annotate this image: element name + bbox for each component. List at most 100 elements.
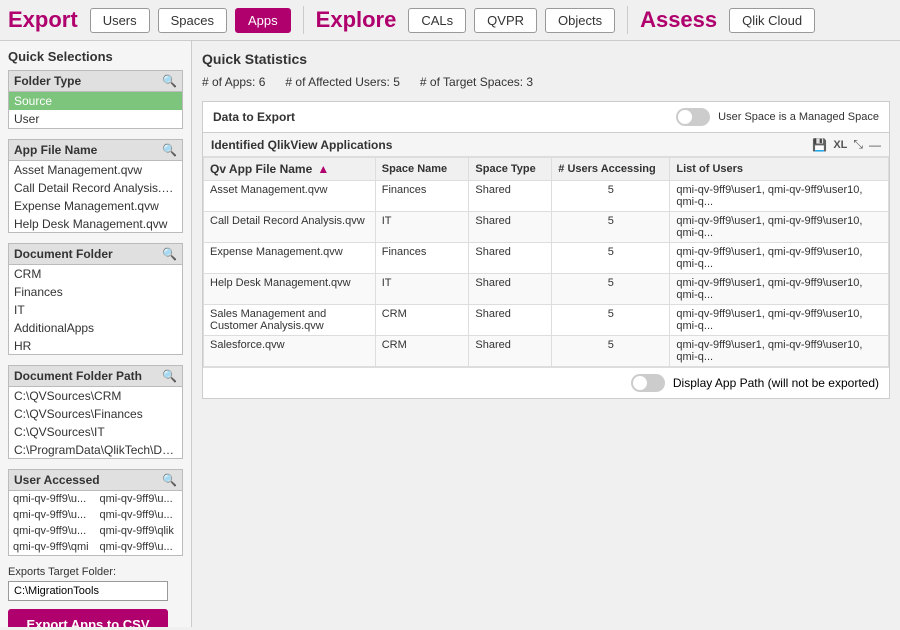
data-export-header: Data to Export User Space is a Managed S… [203,102,889,133]
managed-space-toggle[interactable] [676,108,710,126]
table-header-row: Qv App File Name ▲ Space Name Space Type… [204,158,889,181]
document-folder-filter: Document Folder 🔍 CRM Finances IT Additi… [8,243,183,355]
list-item[interactable]: Asset Management.qvw [9,161,182,179]
list-item[interactable]: C:\QVSources\CRM [9,387,182,405]
table-row: Asset Management.qvw Finances Shared 5 q… [204,181,889,212]
cell-app-name: Help Desk Management.qvw [204,274,376,305]
data-export-header-right: User Space is a Managed Space [676,108,879,126]
document-folder-search-icon[interactable]: 🔍 [162,247,177,261]
cell-list-users: qmi-qv-9ff9\user1, qmi-qv-9ff9\user10, q… [670,305,889,336]
list-item[interactable]: CRM [9,265,182,283]
tab-qvpr[interactable]: QVPR [474,8,537,33]
list-item[interactable]: C:\QVSources\IT [9,423,182,441]
folder-type-filter: Folder Type 🔍 Source User [8,70,183,129]
list-item[interactable]: Call Detail Record Analysis.qvw [9,179,182,197]
document-folder-path-header: Document Folder Path 🔍 [8,365,183,387]
list-item[interactable]: Help Desk Management.qvw [9,215,182,233]
list-item[interactable]: qmi-qv-9ff9\qlik [96,523,183,539]
resize-icon[interactable]: ⤡ [853,137,863,152]
toggle-knob [678,110,692,124]
col-header-list-users[interactable]: List of Users [670,158,889,181]
folder-type-item-source[interactable]: Source [9,92,182,110]
managed-space-label: User Space is a Managed Space [718,111,879,123]
folder-type-search-icon[interactable]: 🔍 [162,74,177,88]
table-icons: 💾 XL ⤡ — [812,137,881,152]
quick-stats-section: Quick Statistics # of Apps: 6 # of Affec… [202,51,890,89]
folder-type-label: Folder Type [14,74,81,88]
document-folder-path-filter: Document Folder Path 🔍 C:\QVSources\CRM … [8,365,183,459]
cell-space-name: CRM [375,336,469,367]
cell-list-users: qmi-qv-9ff9\user1, qmi-qv-9ff9\user10, q… [670,274,889,305]
main-layout: Quick Selections Folder Type 🔍 Source Us… [0,41,900,627]
list-item[interactable]: qmi-qv-9ff9\qmi [9,539,96,555]
tab-qlik-cloud[interactable]: Qlik Cloud [729,8,815,33]
tab-users[interactable]: Users [90,8,150,33]
export-title: Export [8,7,78,33]
display-app-path-toggle[interactable] [631,374,665,392]
list-item[interactable]: Expense Management.qvw [9,197,182,215]
cell-app-name: Sales Management and Customer Analysis.q… [204,305,376,336]
list-item[interactable]: AdditionalApps [9,319,182,337]
list-item[interactable]: qmi-qv-9ff9\u... [9,523,96,539]
separator-1 [303,6,304,34]
document-folder-path-list: C:\QVSources\CRM C:\QVSources\Finances C… [8,387,183,459]
list-item[interactable]: IT [9,301,182,319]
app-file-name-search-icon[interactable]: 🔍 [162,143,177,157]
cell-app-name: Asset Management.qvw [204,181,376,212]
list-item[interactable]: qmi-qv-9ff9\u... [96,491,183,507]
tab-cals[interactable]: CALs [408,8,466,33]
separator-2 [627,6,628,34]
folder-type-header: Folder Type 🔍 [8,70,183,92]
stat-spaces: # of Target Spaces: 3 [420,75,533,89]
data-export-title: Data to Export [213,110,295,124]
quick-selections-title: Quick Selections [8,49,183,64]
sort-arrow-icon: ▲ [317,162,329,176]
table-row: Expense Management.qvw Finances Shared 5… [204,243,889,274]
user-accessed-search-icon[interactable]: 🔍 [162,473,177,487]
user-accessed-list: qmi-qv-9ff9\u... qmi-qv-9ff9\u... qmi-qv… [8,491,183,556]
quick-stats-title: Quick Statistics [202,51,890,67]
export-apps-button[interactable]: Export Apps to CSV [8,609,168,627]
cell-space-type: Shared [469,274,552,305]
list-item[interactable]: C:\QVSources\Finances [9,405,182,423]
minimize-icon[interactable]: — [869,138,881,152]
user-accessed-label: User Accessed [14,473,100,487]
col-header-space-name[interactable]: Space Name [375,158,469,181]
cell-list-users: qmi-qv-9ff9\user1, qmi-qv-9ff9\user10, q… [670,212,889,243]
cell-space-type: Shared [469,181,552,212]
bottom-bar: Display App Path (will not be exported) [203,367,889,398]
cell-users-count: 5 [552,243,670,274]
bottom-toggle-knob [633,376,647,390]
list-item[interactable]: qmi-qv-9ff9\u... [96,539,183,555]
document-folder-label: Document Folder [14,247,113,261]
list-item[interactable]: Finances [9,283,182,301]
col-header-users[interactable]: # Users Accessing [552,158,670,181]
cell-users-count: 5 [552,181,670,212]
cell-app-name: Salesforce.qvw [204,336,376,367]
app-file-name-list: Asset Management.qvw Call Detail Record … [8,161,183,233]
col-header-space-type[interactable]: Space Type [469,158,552,181]
list-item[interactable]: C:\ProgramData\QlikTech\Docum... [9,441,182,459]
cell-list-users: qmi-qv-9ff9\user1, qmi-qv-9ff9\user10, q… [670,181,889,212]
folder-type-item-user[interactable]: User [9,110,182,128]
cell-space-name: IT [375,212,469,243]
tab-spaces[interactable]: Spaces [158,8,227,33]
tab-apps[interactable]: Apps [235,8,291,33]
list-item[interactable]: HR [9,337,182,355]
exports-target-input[interactable] [8,581,168,601]
table-row: Salesforce.qvw CRM Shared 5 qmi-qv-9ff9\… [204,336,889,367]
col-header-app-name[interactable]: Qv App File Name ▲ [204,158,376,181]
document-folder-path-search-icon[interactable]: 🔍 [162,369,177,383]
document-folder-path-label: Document Folder Path [14,369,142,383]
stat-apps: # of Apps: 6 [202,75,265,89]
save-icon[interactable]: 💾 [812,138,827,152]
left-panel: Quick Selections Folder Type 🔍 Source Us… [0,41,192,627]
list-item[interactable]: qmi-qv-9ff9\u... [9,507,96,523]
cell-users-count: 5 [552,305,670,336]
list-item[interactable]: qmi-qv-9ff9\u... [96,507,183,523]
list-item[interactable]: qmi-qv-9ff9\u... [9,491,96,507]
excel-icon[interactable]: XL [833,139,847,151]
cell-space-type: Shared [469,305,552,336]
tab-objects[interactable]: Objects [545,8,615,33]
cell-list-users: qmi-qv-9ff9\user1, qmi-qv-9ff9\user10, q… [670,336,889,367]
